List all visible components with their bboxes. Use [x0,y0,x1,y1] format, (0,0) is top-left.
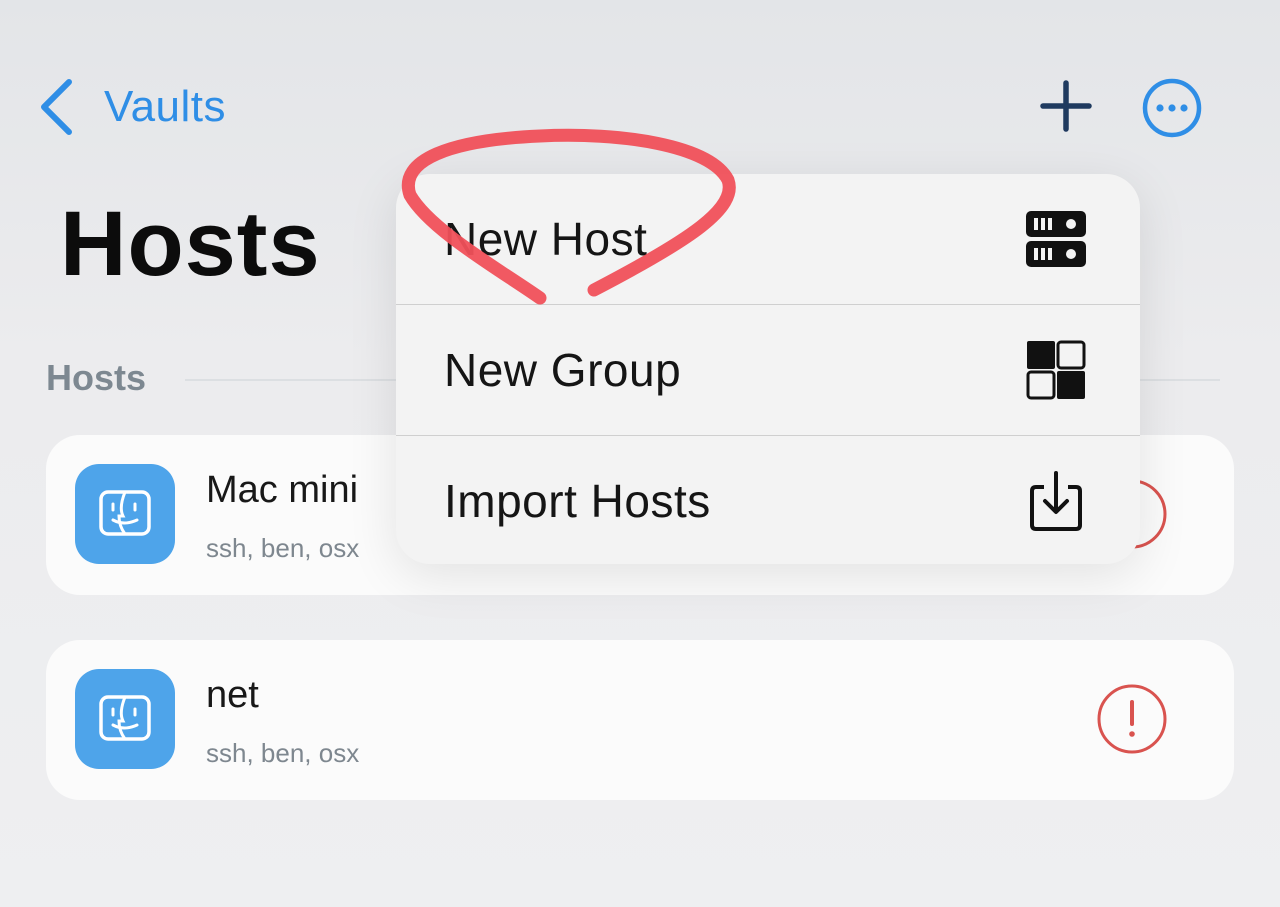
menu-item-label: New Host [444,213,648,265]
warning-icon[interactable] [1095,682,1169,756]
server-icon [1026,211,1086,267]
chevron-left-icon [41,79,72,135]
section-header: Hosts [46,357,147,398]
menu-item-import-hosts[interactable]: Import Hosts [396,435,1140,564]
host-row-net[interactable]: net ssh, ben, osx [46,640,1234,800]
back-button[interactable]: Vaults [38,78,226,136]
host-name: net [206,674,259,716]
import-icon [1030,471,1082,531]
finder-icon [75,669,175,769]
page-title: Hosts [60,193,321,295]
menu-item-label: Import Hosts [444,475,711,527]
host-tags: ssh, ben, osx [206,738,360,768]
plus-icon[interactable] [1040,80,1092,132]
ellipsis-circle-icon[interactable] [1141,77,1203,139]
back-label: Vaults [104,82,227,131]
host-tags: ssh, ben, osx [206,533,360,563]
menu-item-new-group[interactable]: New Group [396,304,1140,435]
menu-item-new-host[interactable]: New Host [396,174,1140,304]
group-icon [1026,340,1086,400]
menu-item-label: New Group [444,344,682,396]
finder-icon [75,464,175,564]
add-menu: New Host New Group Import Hosts [396,174,1140,564]
host-name: Mac mini [206,469,359,511]
